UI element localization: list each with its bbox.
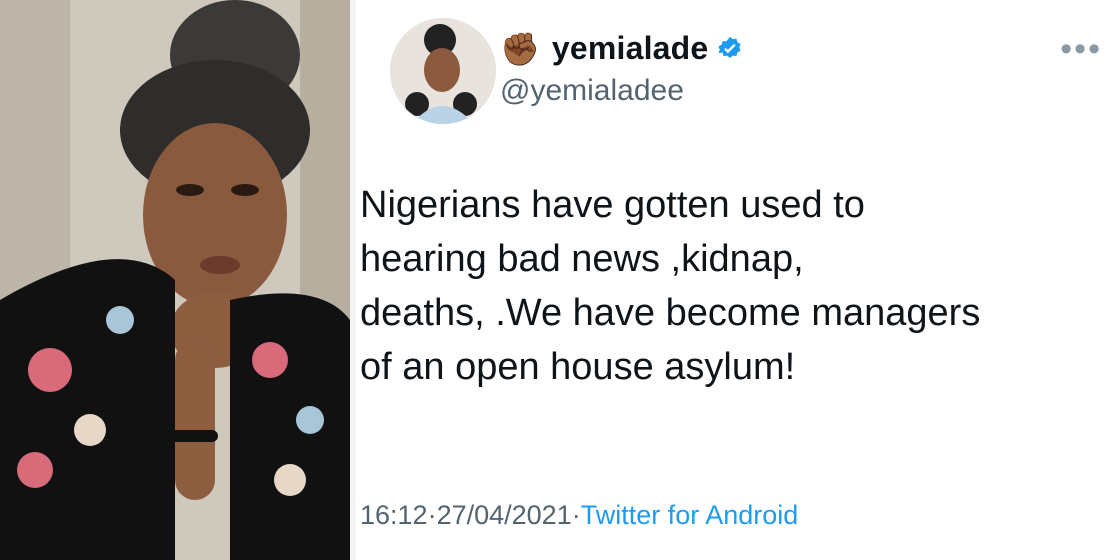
more-options-icon[interactable]: •••	[1060, 30, 1102, 69]
raised-fist-icon: ✊🏾	[500, 30, 540, 67]
tweet-text-line: hearing bad news ,kidnap,	[360, 238, 804, 280]
display-name[interactable]: yemialade	[552, 30, 709, 67]
meta-separator: ·	[571, 500, 581, 530]
profile-photo	[0, 0, 350, 560]
woman-portrait-image	[0, 0, 350, 560]
tweet-meta: 16:12 · 27/04/2021 · Twitter for Android	[360, 500, 798, 531]
name-row: ✊🏾 yemialade	[500, 30, 744, 67]
meta-separator: ·	[427, 500, 437, 530]
tweet-time[interactable]: 16:12	[360, 500, 428, 531]
tweet-text: Nigerians have gotten used to hearing ba…	[360, 178, 1110, 394]
avatar-image	[390, 18, 496, 124]
user-handle[interactable]: @yemialadee	[500, 74, 684, 108]
avatar[interactable]	[390, 18, 496, 124]
tweet-card: ✊🏾 yemialade @yemialadee ••• Nigerians h…	[356, 0, 1120, 560]
tweet-text-line: Nigerians have gotten used to	[360, 184, 865, 226]
tweet-text-line: of an open house asylum!	[360, 346, 796, 388]
verified-badge-icon	[718, 36, 741, 58]
tweet-source-link[interactable]: Twitter for Android	[581, 500, 799, 531]
tweet-text-line: deaths, .We have become managers	[360, 292, 981, 334]
tweet-date[interactable]: 27/04/2021	[437, 500, 572, 531]
